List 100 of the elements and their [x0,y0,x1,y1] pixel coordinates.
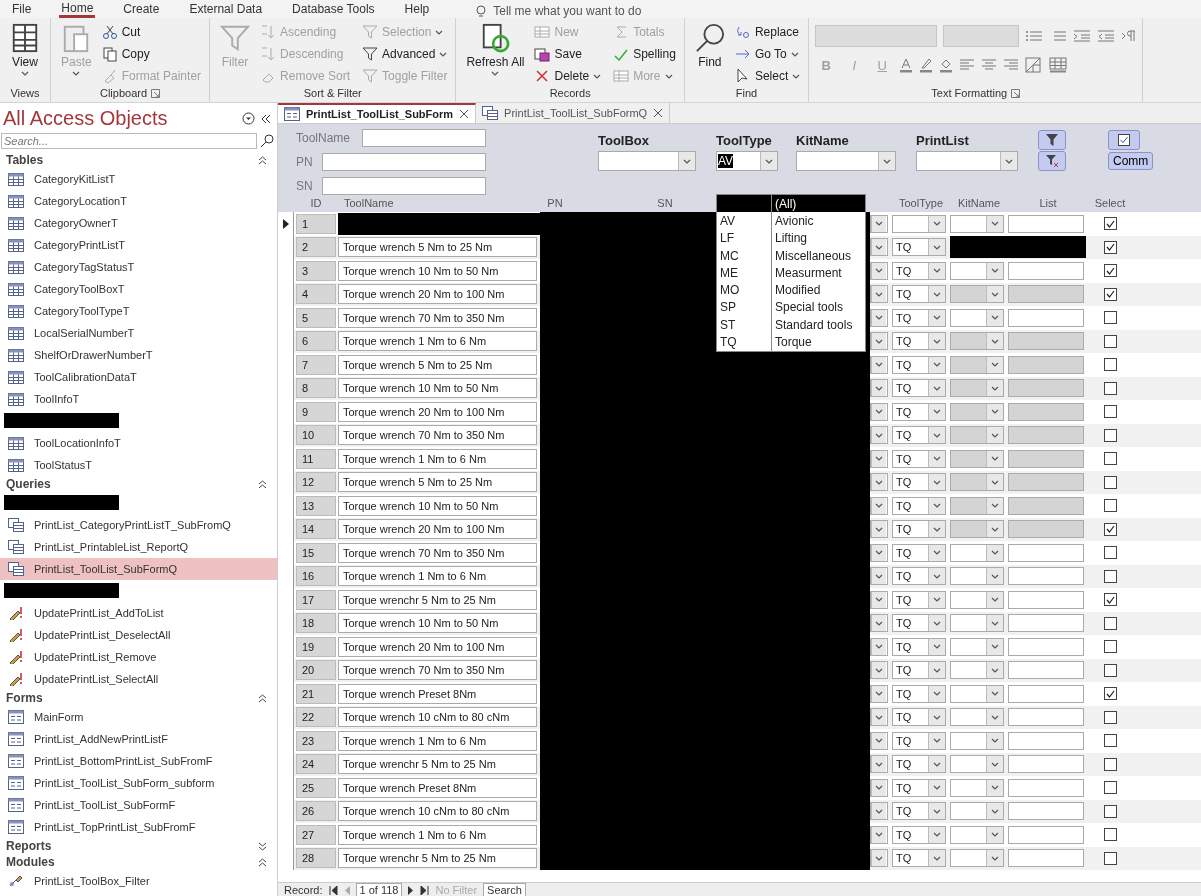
toolname-field[interactable]: Torque wrench 5 Nm to 25 Nm [338,237,537,258]
kitname-combo[interactable] [950,261,1004,280]
combo-field[interactable] [870,590,888,609]
toolname-field[interactable]: Torque wrench 1 Nm to 6 Nm [338,331,537,352]
ribbon-button[interactable]: Refresh All [462,21,529,87]
nav-item[interactable]: PrintList_AddNewPrintListF [0,728,277,750]
kitname-combo[interactable] [950,802,1004,821]
nav-item[interactable]: ToolLocationInfoT [0,432,277,454]
combo-field[interactable] [870,473,888,492]
nav-item[interactable]: CategoryKitListT [0,168,277,190]
combo-field[interactable] [870,731,888,750]
toolname-field[interactable]: Torque wrench 10 Nm to 50 Nm [338,378,537,399]
kitname-combo[interactable] [950,332,1004,351]
kitname-combo[interactable] [950,426,1004,445]
list-field[interactable] [1008,543,1084,562]
select-checkbox[interactable] [1103,757,1117,771]
combo-field[interactable] [870,308,888,327]
combo-field[interactable] [870,355,888,374]
ribbon-button[interactable]: Spelling [611,43,678,65]
kitname-combo[interactable] [950,543,1004,562]
tooltype-combo[interactable]: TQ [892,285,946,304]
list-field[interactable] [1008,355,1084,374]
nav-item[interactable]: MainForm [0,706,277,728]
list-field[interactable] [1008,285,1084,304]
nav-item[interactable]: CategoryToolBoxT [0,278,277,300]
select-checkbox[interactable] [1103,781,1117,795]
combo-field[interactable] [870,261,888,280]
select-checkbox[interactable] [1103,546,1117,560]
select-checkbox[interactable] [1103,452,1117,466]
tooltype-combo[interactable]: TQ [892,590,946,609]
nav-item[interactable]: PrintList_ToolBox_Filter [0,870,277,892]
section-header[interactable]: Tables [0,152,277,168]
combo-field[interactable] [870,543,888,562]
kitname-combo[interactable] [950,285,1004,304]
list-field[interactable] [1008,214,1084,233]
list-field[interactable] [1008,731,1084,750]
nav-item[interactable]: CategoryPrintListT [0,234,277,256]
select-checkbox[interactable] [1103,851,1117,865]
tooltype-combo[interactable]: TQ [892,661,946,680]
toolname-field[interactable] [362,129,486,147]
menu-tab[interactable]: External Data [187,2,265,18]
pn-field[interactable] [322,153,486,171]
toolname-field[interactable]: Torque wrenchr 5 Nm to 25 Nm [338,589,537,610]
kitname-combo[interactable] [950,849,1004,868]
kitname-combo[interactable] [950,684,1004,703]
select-checkbox[interactable] [1103,734,1117,748]
select-checkbox[interactable] [1103,334,1117,348]
list-field[interactable] [1008,778,1084,797]
kitname-combo[interactable] [950,355,1004,374]
kitname-combo[interactable] [950,614,1004,633]
toolbox-combo[interactable] [598,151,696,171]
select-checkbox[interactable] [1103,663,1117,677]
nav-item[interactable]: UpdatePrintList_Remove [0,646,277,668]
select-checkbox[interactable] [1103,311,1117,325]
tooltype-combo[interactable]: TQ [892,520,946,539]
ribbon-button[interactable]: Go To [732,43,803,65]
nav-item[interactable]: UpdatePrintList_DeselectAll [0,624,277,646]
combo-field[interactable] [870,496,888,515]
select-checkbox[interactable] [1103,640,1117,654]
menu-tab[interactable]: Create [121,2,162,18]
combo-field[interactable] [870,778,888,797]
list-field[interactable] [1008,261,1084,280]
nav-item[interactable]: PrintList_ToolList_SubFormF [0,794,277,816]
list-field[interactable] [1008,520,1084,539]
ribbon-button[interactable]: Save [532,43,604,65]
tooltype-combo[interactable]: TQ [892,849,946,868]
tooltype-combo[interactable]: TQ [892,755,946,774]
search-field[interactable]: Search... [1,133,257,149]
tooltype-combo[interactable]: TQ [892,731,946,750]
toolname-field[interactable]: Torque wrench 1 Nm to 6 Nm [338,730,537,751]
nav-item[interactable]: ToolStatusT [0,454,277,476]
combo-field[interactable] [870,285,888,304]
kitname-combo[interactable] [950,379,1004,398]
toolname-field[interactable]: Torque wrench 10 Nm to 50 Nm [338,495,537,516]
list-field[interactable] [1008,590,1084,609]
menu-tab[interactable]: Help [402,2,432,18]
kitname-combo[interactable] [950,308,1004,327]
select-checkbox[interactable] [1103,264,1117,278]
combo-field[interactable] [870,402,888,421]
nav-item[interactable]: PrintList_BottomPrintList_SubFromF [0,750,277,772]
toolname-field[interactable]: Torque wrench 10 cNm to 80 cNm [338,801,537,822]
combo-field[interactable] [870,802,888,821]
record-position-field[interactable]: 1 of 118 [355,883,403,896]
ribbon-button[interactable]: Select [732,65,803,87]
tooltype-combo[interactable]: TQ [892,332,946,351]
kitname-combo[interactable] [950,402,1004,421]
toolname-field[interactable]: Torque wrench 5 Nm to 25 Nm [338,354,537,375]
select-checkbox[interactable] [1103,687,1117,701]
nav-item[interactable]: UpdatePrintList_AddToList [0,602,277,624]
list-field[interactable] [1008,849,1084,868]
list-field[interactable] [1008,426,1084,445]
select-checkbox[interactable] [1103,828,1117,842]
list-field[interactable] [1008,449,1084,468]
tooltype-combo[interactable]: TQ [892,684,946,703]
dropdown-option[interactable]: (All) [717,195,865,213]
select-checkbox[interactable] [1103,358,1117,372]
search-field[interactable]: Search [483,883,526,896]
select-all-button[interactable] [1108,130,1140,150]
kitname-combo[interactable] [950,473,1004,492]
nav-item[interactable]: PrintList_ToolList_SubForm_subform [0,772,277,794]
